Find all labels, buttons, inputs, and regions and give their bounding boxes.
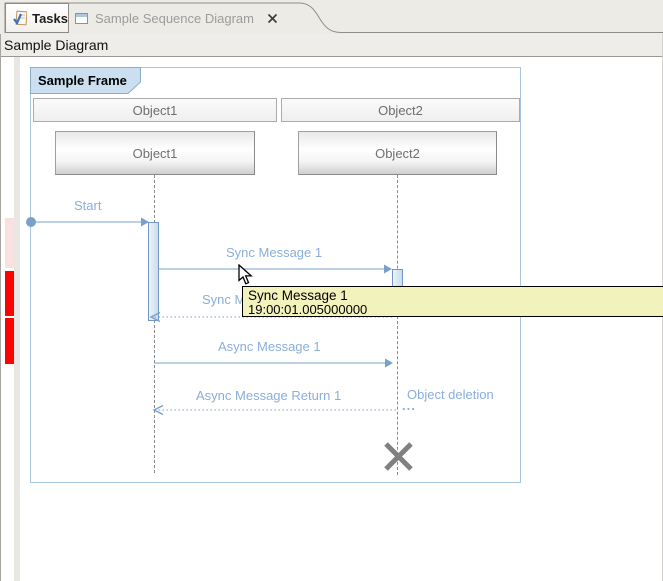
time-compression-marker-red-1[interactable]: [5, 271, 14, 316]
sequence-diagram-icon: [74, 11, 89, 26]
tab-tasks-label: Tasks: [32, 11, 68, 26]
sync-message-1-label[interactable]: Sync Message 1: [226, 245, 322, 260]
async-message-return-1-label[interactable]: Async Message Return 1: [196, 388, 341, 403]
close-icon[interactable]: [266, 12, 279, 25]
object2-box-label: Object2: [375, 146, 420, 161]
diagram-title-bar: Sample Diagram: [0, 34, 663, 57]
message-tooltip: Sync Message 1 19:00:01.005000000: [242, 286, 663, 317]
object1-box-label: Object1: [133, 146, 178, 161]
time-compression-marker-red-2[interactable]: [5, 318, 14, 364]
window-left-border: [0, 34, 1, 581]
frame-title-text: Sample Frame: [38, 73, 127, 88]
object2-header[interactable]: Object2: [281, 98, 520, 122]
sequence-frame: [30, 67, 521, 483]
diagram-title: Sample Diagram: [4, 37, 108, 53]
object2-box[interactable]: Object2: [298, 131, 497, 175]
tasks-icon: [12, 10, 27, 26]
tooltip-title: Sync Message 1: [248, 288, 661, 303]
tab-sequence-diagram-label: Sample Sequence Diagram: [95, 11, 254, 26]
object1-box[interactable]: Object1: [55, 131, 255, 175]
object1-header-label: Object1: [133, 103, 178, 118]
mouse-cursor-icon: [238, 264, 254, 286]
object1-header[interactable]: Object1: [33, 98, 277, 122]
time-compression-marker-light[interactable]: [5, 218, 14, 268]
object-deletion-dots: ...: [402, 398, 416, 413]
object1-lifeline[interactable]: [154, 175, 155, 473]
tab-sample-sequence-diagram[interactable]: Sample Sequence Diagram: [70, 3, 300, 33]
object-deletion-label[interactable]: Object deletion: [407, 387, 494, 402]
object2-lifeline[interactable]: [397, 175, 398, 475]
tooltip-timestamp: 19:00:01.005000000: [248, 303, 661, 317]
object2-header-label: Object2: [378, 103, 423, 118]
start-message-label[interactable]: Start: [74, 198, 101, 213]
frame-title-tab: Sample Frame: [30, 67, 142, 94]
eclipse-view-window: Tasks Sample Sequence Diagram Sample Dia…: [0, 0, 663, 581]
async-message-1-label[interactable]: Async Message 1: [218, 339, 321, 354]
tab-tasks[interactable]: Tasks: [5, 3, 69, 33]
time-compression-bar[interactable]: [14, 57, 20, 581]
object1-execution-bar[interactable]: [148, 222, 159, 321]
